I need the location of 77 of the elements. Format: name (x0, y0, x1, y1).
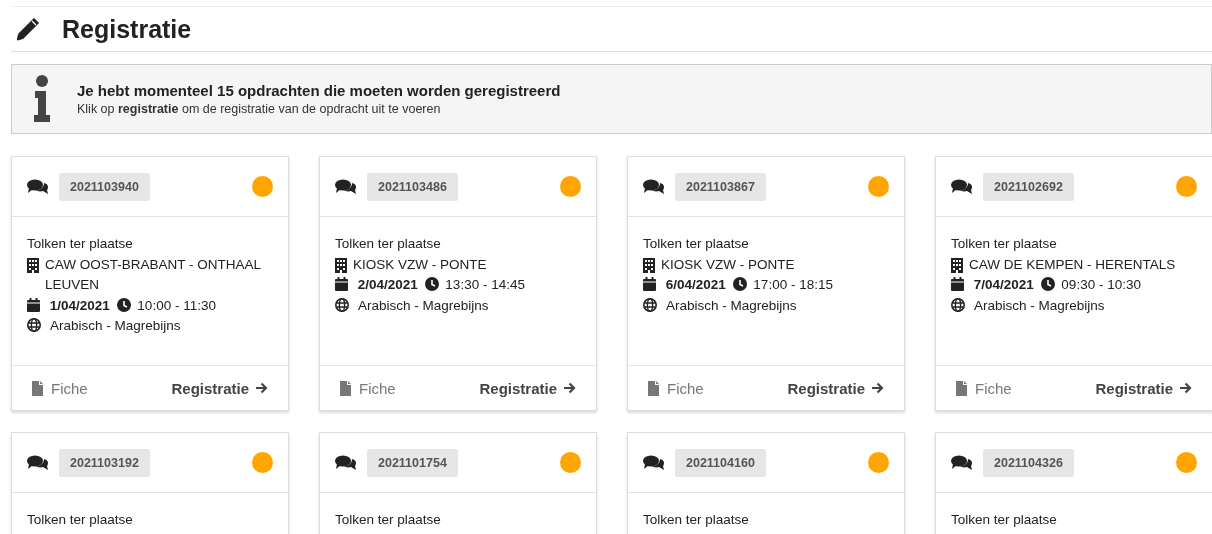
language-text: Arabisch - Magrebijns (50, 318, 181, 333)
globe-icon (951, 297, 965, 312)
assignment-number: 2021104160 (675, 448, 766, 477)
registration-link[interactable]: Registratie (1095, 379, 1192, 397)
fiche-link[interactable]: Fiche (340, 379, 396, 397)
assignment-type: Tolken ter plaatse (27, 235, 134, 253)
fiche-link[interactable]: Fiche (32, 379, 88, 397)
calendar-icon (643, 277, 656, 291)
language-text: Arabisch - Magrebijns (358, 297, 489, 313)
date-text: 2/04/2021 (357, 277, 418, 292)
assignment-number: 2021103192 (59, 448, 150, 477)
location-text: CAW OOST-BRABANT - ONTHAAL LEUVEN (45, 255, 262, 294)
language-text: Arabisch - Magrebijns (666, 297, 797, 313)
building-icon (335, 257, 347, 273)
chat-icon (335, 178, 357, 195)
pencil-icon (14, 16, 42, 42)
assignment-type: Tolken ter plaatse (335, 511, 442, 529)
registration-link[interactable]: Registratie (479, 379, 576, 397)
assignment-type: Tolken ter plaatse (643, 235, 750, 253)
assignment-type: Tolken ter plaatse (643, 511, 750, 529)
location-text: CAW DE KEMPEN - HERENTALS (969, 255, 1176, 274)
document-icon (648, 380, 659, 396)
document-icon (32, 380, 43, 396)
time-text: 09:30 - 10:30 (1061, 277, 1141, 292)
chat-icon (27, 454, 49, 471)
date-text: 7/04/2021 (973, 277, 1034, 292)
assignment-type: Tolken ter plaatse (335, 235, 442, 253)
globe-icon (643, 297, 657, 312)
assignment-number: 2021103940 (59, 172, 150, 201)
assignment-number: 2021104326 (983, 448, 1074, 477)
time-text: 10:00 - 11:30 (137, 297, 216, 313)
registration-link[interactable]: Registratie (787, 379, 884, 397)
assignment-number: 2021103486 (367, 172, 458, 201)
assignment-number: 2021102692 (983, 172, 1074, 201)
date-text: 1/04/2021 (49, 297, 110, 313)
assignment-type: Tolken ter plaatse (951, 511, 1058, 529)
time-text: 17:00 - 18:15 (753, 277, 833, 292)
calendar-icon (335, 277, 348, 291)
building-icon (951, 257, 963, 273)
chat-icon (643, 178, 665, 195)
calendar-icon (951, 277, 964, 291)
assignment-number: 2021103867 (675, 172, 766, 201)
fiche-link[interactable]: Fiche (648, 379, 704, 397)
chat-icon (335, 454, 357, 471)
chat-icon (643, 454, 665, 471)
time-text: 13:30 - 14:45 (445, 277, 525, 292)
notice-text: Klik op registratie om de registratie van de opdracht uit te voeren (77, 102, 442, 116)
info-icon (32, 75, 52, 123)
document-icon (956, 380, 967, 396)
date-text: 6/04/2021 (665, 277, 726, 292)
document-icon (340, 380, 351, 396)
arrow-right-icon (871, 382, 884, 394)
assignment-number: 2021101754 (367, 448, 458, 477)
location-text: KIOSK VZW - PONTE (661, 255, 795, 274)
location-text: KIOSK VZW - PONTE (353, 255, 487, 274)
assignment-type: Tolken ter plaatse (951, 235, 1058, 253)
fiche-link[interactable]: Fiche (956, 379, 1012, 397)
clock-icon (732, 277, 747, 291)
registration-link[interactable]: Registratie (171, 379, 268, 397)
building-icon (643, 257, 655, 273)
assignment-type: Tolken ter plaatse (27, 511, 134, 529)
clock-icon (1040, 277, 1055, 291)
language-text: Arabisch - Magrebijns (974, 297, 1105, 313)
arrow-right-icon (255, 382, 268, 394)
chat-icon (951, 178, 973, 195)
arrow-right-icon (1179, 382, 1192, 394)
building-icon (27, 257, 39, 273)
notice-heading: Je hebt momenteel 15 opdrachten die moeten worden geregistreerd (77, 82, 561, 99)
globe-icon (335, 297, 349, 312)
calendar-icon (27, 297, 40, 312)
clock-icon (116, 297, 131, 312)
clock-icon (424, 277, 439, 291)
arrow-right-icon (563, 382, 576, 394)
globe-icon (27, 318, 41, 332)
chat-icon (27, 178, 49, 195)
chat-icon (951, 454, 973, 471)
page-title: Registratie (62, 14, 192, 44)
